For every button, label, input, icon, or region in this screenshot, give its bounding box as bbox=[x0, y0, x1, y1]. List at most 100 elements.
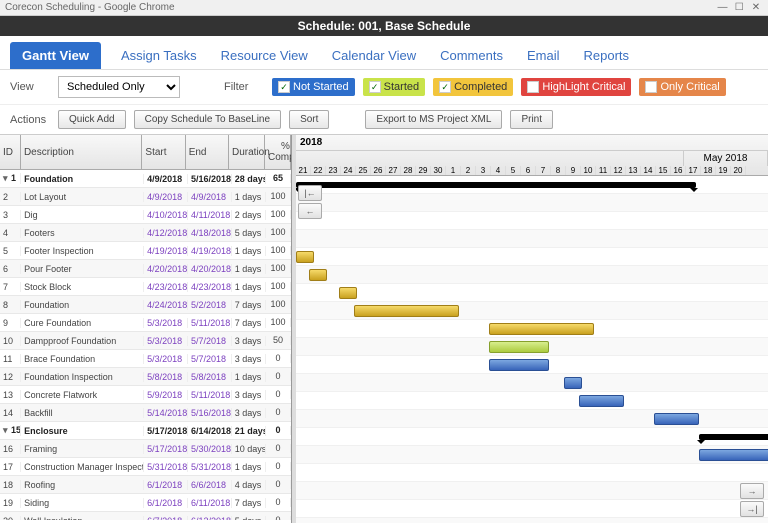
col-id[interactable]: ID bbox=[0, 135, 21, 169]
timeline-day: 12 bbox=[611, 166, 626, 175]
tab-resource-view[interactable]: Resource View bbox=[217, 42, 312, 69]
checkbox-icon: ✓ bbox=[439, 81, 451, 93]
gantt-bar[interactable] bbox=[489, 323, 594, 335]
gantt-bar[interactable] bbox=[309, 269, 327, 281]
timeline-day: 20 bbox=[731, 166, 746, 175]
gantt-bar[interactable] bbox=[654, 413, 699, 425]
col-duration[interactable]: Duration bbox=[229, 135, 265, 169]
gantt-bar[interactable] bbox=[489, 341, 549, 353]
grid-body: ▾1Foundation4/9/20185/16/201828 days652L… bbox=[0, 170, 291, 520]
chip-highlight-critical[interactable]: HighLight Critical bbox=[521, 78, 631, 96]
col-description[interactable]: Description bbox=[21, 135, 142, 169]
gantt-row bbox=[296, 194, 768, 212]
gantt-row bbox=[296, 230, 768, 248]
chip-only-critical[interactable]: Only Critical bbox=[639, 78, 725, 96]
tab-comments[interactable]: Comments bbox=[436, 42, 507, 69]
checkbox-icon: ✓ bbox=[278, 81, 290, 93]
view-select[interactable]: Scheduled Only bbox=[58, 76, 180, 98]
table-row[interactable]: 4Footers4/12/20184/18/20185 days100 bbox=[0, 224, 291, 242]
tab-assign-tasks[interactable]: Assign Tasks bbox=[117, 42, 201, 69]
col-start[interactable]: Start bbox=[142, 135, 185, 169]
gantt-bar[interactable] bbox=[699, 434, 768, 440]
table-row[interactable]: 18Roofing6/1/20186/6/20184 days0 bbox=[0, 476, 291, 494]
nav-last-icon[interactable]: →| bbox=[740, 501, 764, 517]
table-row[interactable]: 6Pour Footer4/20/20184/20/20181 days100 bbox=[0, 260, 291, 278]
timeline-day: 13 bbox=[626, 166, 641, 175]
gantt-row bbox=[296, 428, 768, 446]
window-controls: — ☐ ✕ bbox=[715, 2, 763, 13]
gantt-row bbox=[296, 518, 768, 523]
checkbox-icon: ✓ bbox=[369, 81, 381, 93]
table-row[interactable]: 19Siding6/1/20186/11/20187 days0 bbox=[0, 494, 291, 512]
timeline-day: 5 bbox=[506, 166, 521, 175]
sort-button[interactable]: Sort bbox=[289, 110, 329, 129]
gantt-bar[interactable] bbox=[296, 251, 314, 263]
maximize-icon[interactable]: ☐ bbox=[732, 2, 746, 13]
timeline-year: 2018 bbox=[296, 135, 768, 151]
gantt-row bbox=[296, 410, 768, 428]
table-row[interactable]: 11Brace Foundation5/3/20185/7/20183 days… bbox=[0, 350, 291, 368]
nav-first-icon[interactable]: |← bbox=[298, 185, 322, 201]
window-title: Corecon Scheduling - Google Chrome bbox=[5, 2, 175, 13]
print-button[interactable]: Print bbox=[510, 110, 553, 129]
table-row[interactable]: 12Foundation Inspection5/8/20185/8/20181… bbox=[0, 368, 291, 386]
main-area: ID Description Start End Duration % Comp… bbox=[0, 135, 768, 523]
gantt-row bbox=[296, 266, 768, 284]
export-xml-button[interactable]: Export to MS Project XML bbox=[365, 110, 502, 129]
table-row[interactable]: 3Dig4/10/20184/11/20182 days100 bbox=[0, 206, 291, 224]
grid-pane: ID Description Start End Duration % Comp… bbox=[0, 135, 292, 523]
chip-started[interactable]: ✓Started bbox=[363, 78, 425, 96]
timeline-day: 3 bbox=[476, 166, 491, 175]
table-row[interactable]: 16Framing5/17/20185/30/201810 days0 bbox=[0, 440, 291, 458]
gantt-body[interactable] bbox=[296, 176, 768, 523]
gantt-bar[interactable] bbox=[699, 449, 768, 461]
timeline-day: 4 bbox=[491, 166, 506, 175]
col-pct-complete[interactable]: % Comp... bbox=[265, 135, 291, 169]
table-row[interactable]: ▾15Enclosure5/17/20186/14/201821 days0 bbox=[0, 422, 291, 440]
table-row[interactable]: 13Concrete Flatwork5/9/20185/11/20183 da… bbox=[0, 386, 291, 404]
chip-completed[interactable]: ✓Completed bbox=[433, 78, 513, 96]
col-end[interactable]: End bbox=[186, 135, 229, 169]
timeline-day: 16 bbox=[671, 166, 686, 175]
nav-prev-icon[interactable]: ← bbox=[298, 203, 322, 219]
gantt-bar[interactable] bbox=[354, 305, 459, 317]
table-row[interactable]: 9Cure Foundation5/3/20185/11/20187 days1… bbox=[0, 314, 291, 332]
quick-add-button[interactable]: Quick Add bbox=[58, 110, 126, 129]
table-row[interactable]: 17Construction Manager Inspection5/31/20… bbox=[0, 458, 291, 476]
gantt-row bbox=[296, 284, 768, 302]
table-row[interactable]: 20Wall Insulation6/7/20186/13/20185 days… bbox=[0, 512, 291, 520]
timeline-day: 21 bbox=[296, 166, 311, 175]
nav-buttons-top: |← ← bbox=[298, 185, 324, 219]
table-row[interactable]: ▾1Foundation4/9/20185/16/201828 days65 bbox=[0, 170, 291, 188]
gantt-bar[interactable] bbox=[564, 377, 582, 389]
table-row[interactable]: 8Foundation4/24/20185/2/20187 days100 bbox=[0, 296, 291, 314]
nav-next-icon[interactable]: → bbox=[740, 483, 764, 499]
filter-row: View Scheduled Only Filter ✓Not Started … bbox=[0, 70, 768, 105]
table-row[interactable]: 10Dampproof Foundation5/3/20185/7/20183 … bbox=[0, 332, 291, 350]
tab-gantt-view[interactable]: Gantt View bbox=[10, 42, 101, 69]
gantt-bar[interactable] bbox=[489, 359, 549, 371]
timeline-day: 25 bbox=[356, 166, 371, 175]
table-row[interactable]: 14Backfill5/14/20185/16/20183 days0 bbox=[0, 404, 291, 422]
table-row[interactable]: 7Stock Block4/23/20184/23/20181 days100 bbox=[0, 278, 291, 296]
table-row[interactable]: 5Footer Inspection4/19/20184/19/20181 da… bbox=[0, 242, 291, 260]
action-row: Actions Quick Add Copy Schedule To BaseL… bbox=[0, 105, 768, 135]
timeline-day: 1 bbox=[446, 166, 461, 175]
gantt-bar[interactable] bbox=[579, 395, 624, 407]
close-icon[interactable]: ✕ bbox=[749, 2, 763, 13]
timeline-day: 14 bbox=[641, 166, 656, 175]
timeline-day: 15 bbox=[656, 166, 671, 175]
gantt-bar[interactable] bbox=[296, 182, 696, 188]
tab-reports[interactable]: Reports bbox=[579, 42, 633, 69]
table-row[interactable]: 2Lot Layout4/9/20184/9/20181 days100 bbox=[0, 188, 291, 206]
checkbox-icon bbox=[645, 81, 657, 93]
tab-calendar-view[interactable]: Calendar View bbox=[328, 42, 420, 69]
chip-not-started[interactable]: ✓Not Started bbox=[272, 78, 355, 96]
minimize-icon[interactable]: — bbox=[715, 2, 729, 13]
copy-baseline-button[interactable]: Copy Schedule To BaseLine bbox=[134, 110, 281, 129]
timeline-day: 17 bbox=[686, 166, 701, 175]
gantt-bar[interactable] bbox=[339, 287, 357, 299]
tab-email[interactable]: Email bbox=[523, 42, 564, 69]
schedule-header: Schedule: 001, Base Schedule bbox=[0, 16, 768, 36]
tab-strip: Gantt View Assign Tasks Resource View Ca… bbox=[0, 36, 768, 70]
